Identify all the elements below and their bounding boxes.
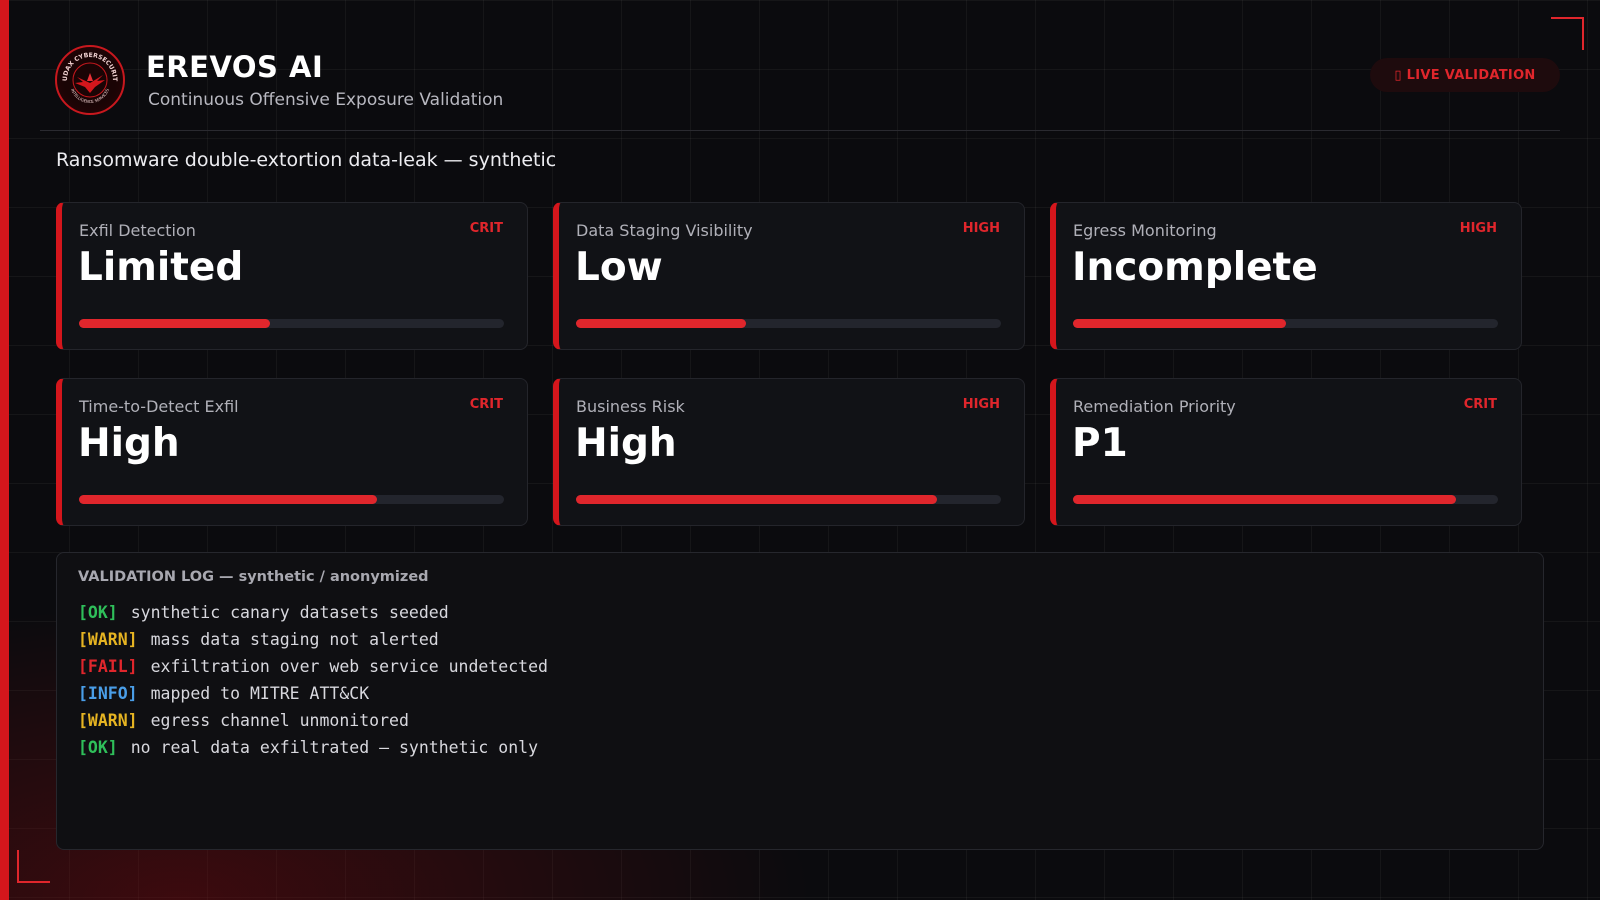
log-title: VALIDATION LOG — synthetic / anonymized xyxy=(78,569,429,585)
log-message: egress channel unmonitored xyxy=(150,711,409,730)
svg-text:AUDAX CYBERSECURITY: AUDAX CYBERSECURITY xyxy=(57,47,118,82)
metric-label: Remediation Priority xyxy=(1073,397,1236,416)
app-subtitle: Continuous Offensive Exposure Validation xyxy=(148,90,504,110)
log-status-tag: [INFO] xyxy=(78,684,138,703)
metric-card-time-to-detect-exfil[interactable]: Time-to-Detect Exfil CRIT High xyxy=(56,378,528,526)
log-status-tag: [OK] xyxy=(78,603,118,622)
metric-card-data-staging-visibility[interactable]: Data Staging Visibility HIGH Low xyxy=(553,202,1025,350)
risk-level-fill xyxy=(576,495,938,504)
metric-card-egress-monitoring[interactable]: Egress Monitoring HIGH Incomplete xyxy=(1050,202,1522,350)
header-divider xyxy=(40,130,1560,131)
severity-badge: HIGH xyxy=(1459,221,1497,236)
risk-level-bar xyxy=(576,319,1001,328)
log-status-tag: [OK] xyxy=(78,738,118,757)
risk-level-fill xyxy=(576,319,746,328)
risk-level-fill xyxy=(79,319,271,328)
risk-level-fill xyxy=(1073,495,1456,504)
metric-label: Data Staging Visibility xyxy=(576,221,753,240)
metric-card-exfil-detection[interactable]: Exfil Detection CRIT Limited xyxy=(56,202,528,350)
log-lines: [OK] synthetic canary datasets seeded [WAR… xyxy=(78,599,548,761)
metric-value: Limited xyxy=(78,245,244,290)
metric-value: High xyxy=(575,421,677,466)
logo-text-top: AUDAX CYBERSECURITY xyxy=(57,47,118,82)
severity-badge: CRIT xyxy=(469,397,503,412)
log-status-tag: [WARN] xyxy=(78,630,138,649)
log-entry: [WARN] mass data staging not alerted xyxy=(78,626,548,653)
risk-level-bar xyxy=(576,495,1001,504)
metric-label: Time-to-Detect Exfil xyxy=(79,397,239,416)
audax-logo-icon: AUDAX CYBERSECURITY INTELLIGENCE SERVICE… xyxy=(55,45,125,115)
severity-badge: CRIT xyxy=(1463,397,1497,412)
metric-label: Exfil Detection xyxy=(79,221,196,240)
metric-value: Low xyxy=(575,245,663,290)
risk-level-fill xyxy=(79,495,377,504)
log-entry: [OK] synthetic canary datasets seeded xyxy=(78,599,548,626)
log-entry: [INFO] mapped to MITRE ATT&CK xyxy=(78,680,548,707)
corner-bracket-bottom-left xyxy=(17,850,50,883)
validation-log-panel: VALIDATION LOG — synthetic / anonymized … xyxy=(56,552,1544,850)
log-message: synthetic canary datasets seeded xyxy=(130,603,449,622)
metric-value: Incomplete xyxy=(1072,245,1318,290)
risk-level-bar xyxy=(79,319,504,328)
log-entry: [FAIL] exfiltration over web service unde… xyxy=(78,653,548,680)
log-message: mapped to MITRE ATT&CK xyxy=(150,684,370,703)
log-entry: [OK] no real data exfiltrated — synthetic… xyxy=(78,734,548,761)
severity-badge: HIGH xyxy=(962,397,1000,412)
metric-card-business-risk[interactable]: Business Risk HIGH High xyxy=(553,378,1025,526)
log-message: exfiltration over web service undetected xyxy=(150,657,548,676)
log-status-tag: [WARN] xyxy=(78,711,138,730)
metric-card-remediation-priority[interactable]: Remediation Priority CRIT P1 xyxy=(1050,378,1522,526)
metric-value: High xyxy=(78,421,180,466)
live-validation-badge[interactable]: ▯ LIVE VALIDATION xyxy=(1370,58,1560,92)
risk-level-bar xyxy=(1073,495,1498,504)
corner-bracket-top-right xyxy=(1551,17,1584,50)
app-title: EREVOS AI xyxy=(146,50,324,84)
metric-label: Egress Monitoring xyxy=(1073,221,1217,240)
severity-badge: HIGH xyxy=(962,221,1000,236)
severity-badge: CRIT xyxy=(469,221,503,236)
metric-value: P1 xyxy=(1072,421,1128,466)
risk-level-bar xyxy=(1073,319,1498,328)
risk-level-bar xyxy=(79,495,504,504)
log-entry: [WARN] egress channel unmonitored xyxy=(78,707,548,734)
metric-label: Business Risk xyxy=(576,397,685,416)
log-status-tag: [FAIL] xyxy=(78,657,138,676)
risk-level-fill xyxy=(1073,319,1286,328)
scenario-title: Ransomware double-extortion data-leak — … xyxy=(56,149,557,171)
log-message: mass data staging not alerted xyxy=(150,630,439,649)
left-accent-rail xyxy=(0,0,9,900)
log-message: no real data exfiltrated — synthetic onl… xyxy=(130,738,539,757)
